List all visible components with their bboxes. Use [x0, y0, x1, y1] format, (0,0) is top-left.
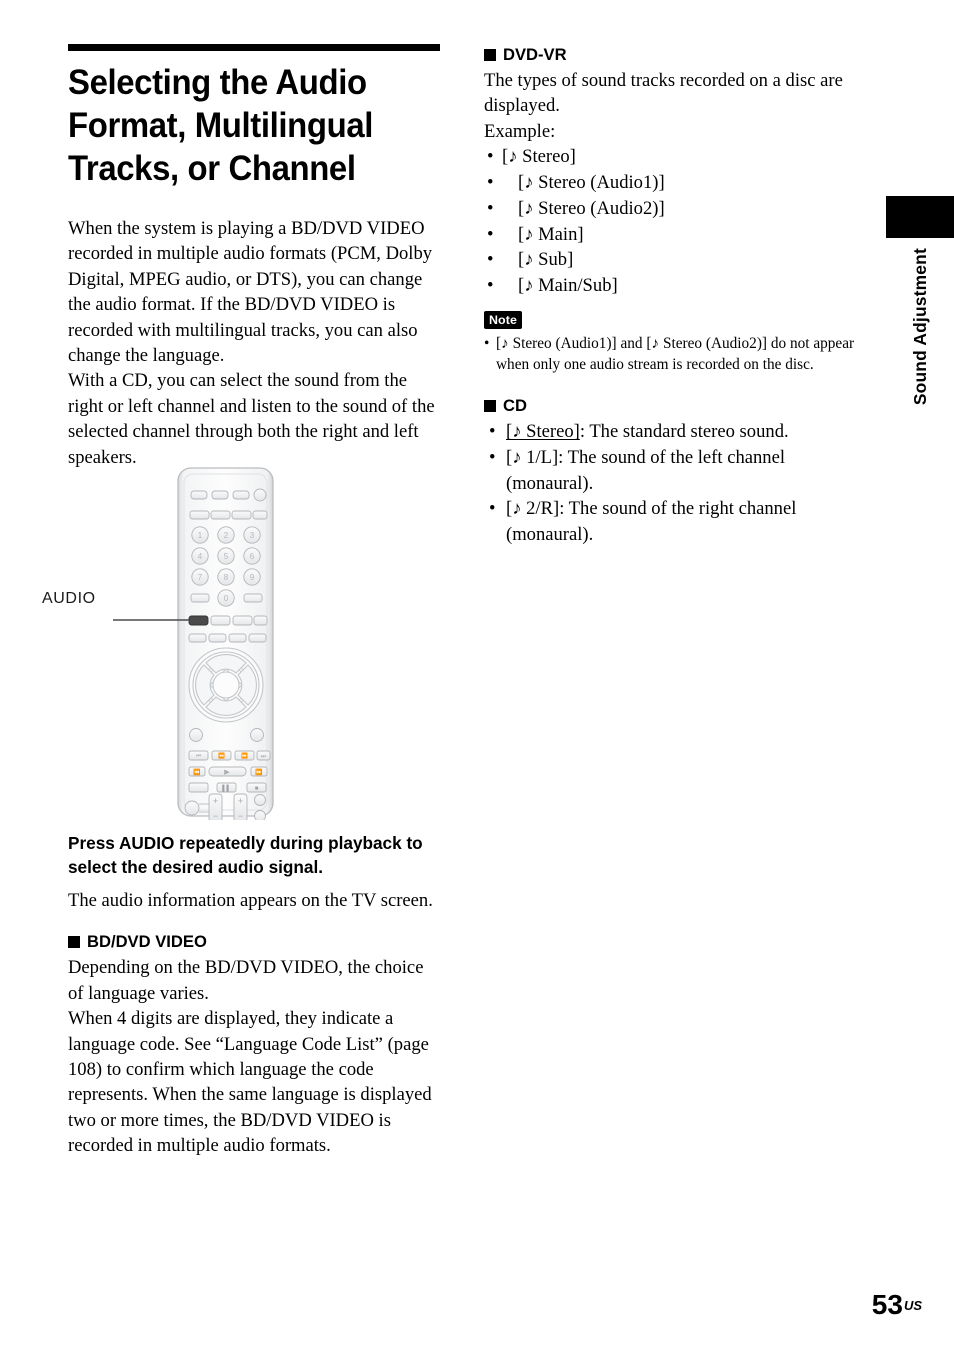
left-column: Selecting the Audio Format, Multilingual… [68, 44, 443, 470]
note-badge: Note [484, 311, 522, 329]
page-number-suffix: US [903, 1298, 922, 1313]
heading-dvd-vr: DVD-VR [484, 44, 862, 65]
svg-text:9: 9 [250, 573, 255, 582]
remote-control-illustration: 1 2 3 4 5 6 7 8 9 0 ⏮ ⏪ ⏩ ⏭ ⏪ ▶ ⏩ ▌▌ ■ +… [113, 467, 274, 823]
heading-dvd-vr-label: DVD-VR [503, 45, 567, 64]
svg-text:0: 0 [224, 594, 229, 603]
directional-pad [188, 647, 264, 723]
remote-control-figure: 1 2 3 4 5 6 7 8 9 0 ⏮ ⏪ ⏩ ⏭ ⏪ ▶ ⏩ ▌▌ ■ +… [68, 460, 443, 823]
note-list: [♪ Stereo (Audio1)] and [♪ Stereo (Audio… [484, 333, 862, 375]
svg-text:⏭: ⏭ [261, 754, 266, 760]
instruction-body: The audio information appears on the TV … [68, 890, 433, 911]
page-number-value: 53 [871, 1289, 903, 1320]
dvd-vr-audio-format-list: [♪ Stereo] [♪ Stereo (Audio1)] [♪ Stereo… [484, 144, 862, 299]
cd-item-term-2: [♪ 2/R] [506, 498, 560, 520]
heading-bd-dvd-video: BD/DVD VIDEO [68, 931, 443, 952]
intro-paragraph-1: When the system is playing a BD/DVD VIDE… [68, 218, 433, 367]
mute-button [184, 800, 200, 816]
side-tab: Sound Adjustment [886, 196, 954, 405]
note-block: Note [♪ Stereo (Audio1)] and [♪ Stereo (… [484, 311, 862, 375]
list-item: [♪ Stereo]: The standard stereo sound. [484, 419, 862, 445]
svg-text:1: 1 [198, 531, 203, 540]
audio-callout-label: AUDIO [42, 590, 96, 607]
square-bullet-icon [484, 399, 496, 412]
list-item: [♪ 2/R]: The sound of the right channel … [484, 496, 862, 548]
square-bullet-icon [68, 935, 80, 948]
svg-text:+: + [213, 796, 218, 806]
keypad-key-9: 9 [243, 568, 261, 586]
keypad-key-2: 2 [217, 526, 235, 544]
svg-text:2: 2 [224, 531, 229, 540]
transport-row-stop: ▌▌ ■ [188, 782, 267, 793]
list-item: [♪ Stereo (Audio1)] [484, 170, 862, 196]
list-item: [♪ Main] [484, 222, 862, 248]
svg-text:▌▌: ▌▌ [222, 784, 231, 792]
page-number: 53 US [872, 1291, 922, 1320]
audio-button-highlight [188, 615, 209, 626]
dvd-vr-paragraph-2: Example: [484, 120, 556, 142]
page-title: Selecting the Audio Format, Multilingual… [68, 63, 374, 188]
svg-text:⏩: ⏩ [255, 768, 263, 776]
keypad-key-0: 0 [217, 589, 235, 607]
svg-text:−: − [238, 811, 243, 820]
dvd-vr-paragraph-1: The types of sound tracks recorded on a … [484, 70, 843, 117]
svg-text:8: 8 [224, 573, 229, 582]
list-item: [♪ Stereo (Audio1)] and [♪ Stereo (Audio… [484, 333, 862, 375]
heading-cd: CD [484, 395, 862, 416]
right-column: DVD-VR The types of sound tracks recorde… [484, 44, 862, 548]
bd-dvd-paragraph-2: When 4 digits are displayed, they indica… [68, 1008, 432, 1157]
title-rule [68, 44, 440, 51]
svg-text:7: 7 [198, 573, 203, 582]
list-item: [♪ Main/Sub] [484, 273, 862, 299]
cd-item-term-0: [♪ Stereo] [506, 421, 580, 442]
left-column-lower: Press AUDIO repeatedly during playback t… [68, 832, 443, 1159]
svg-text:5: 5 [224, 552, 229, 561]
svg-text:6: 6 [250, 552, 255, 561]
heading-bd-dvd-video-label: BD/DVD VIDEO [87, 932, 207, 952]
heading-cd-label: CD [503, 396, 527, 415]
svg-text:3: 3 [250, 531, 255, 540]
svg-text:4: 4 [198, 552, 203, 561]
list-item: [♪ Stereo (Audio2)] [484, 196, 862, 222]
document-page: Selecting the Audio Format, Multilingual… [0, 0, 954, 1352]
transport-row-skip: ⏮ ⏪ ⏩ ⏭ [188, 750, 271, 761]
keypad-key-3: 3 [243, 526, 261, 544]
svg-text:+: + [238, 796, 243, 806]
intro-paragraph-2: With a CD, you can select the sound from… [68, 370, 435, 468]
list-item: [♪ 1/L]: The sound of the left channel (… [484, 445, 862, 497]
cd-item-desc-0: : The standard stereo sound. [579, 421, 789, 442]
side-tab-marker [886, 196, 954, 238]
keypad-key-8: 8 [217, 568, 235, 586]
cd-item-term-1: [♪ 1/L] [506, 446, 559, 468]
svg-text:■: ■ [255, 786, 259, 792]
square-bullet-icon [484, 48, 496, 61]
svg-text:⏪: ⏪ [218, 753, 225, 760]
bd-dvd-paragraph-1: Depending on the BD/DVD VIDEO, the choic… [68, 957, 424, 1004]
transport-row-play: ⏪ ▶ ⏩ [188, 766, 268, 777]
instruction-text: Press AUDIO repeatedly during playback t… [68, 833, 423, 877]
list-item: [♪ Stereo] [484, 144, 862, 170]
keypad-key-5: 5 [217, 547, 235, 565]
svg-text:⏪: ⏪ [193, 768, 201, 776]
svg-text:⏮: ⏮ [196, 754, 201, 760]
svg-text:▶: ▶ [224, 769, 230, 776]
side-tab-label-wrap: Sound Adjustment [886, 248, 954, 508]
audio-button-row [188, 615, 268, 626]
svg-text:⏩: ⏩ [241, 753, 248, 760]
keypad-key-1: 1 [191, 526, 209, 544]
cd-audio-format-list: [♪ Stereo]: The standard stereo sound. [… [484, 419, 862, 548]
keypad-key-7: 7 [191, 568, 209, 586]
list-item: [♪ Sub] [484, 247, 862, 273]
keypad-key-4: 4 [191, 547, 209, 565]
svg-text:−: − [213, 811, 218, 820]
side-tab-label: Sound Adjustment [909, 248, 930, 406]
keypad-key-6: 6 [243, 547, 261, 565]
function-button-row [189, 510, 268, 520]
